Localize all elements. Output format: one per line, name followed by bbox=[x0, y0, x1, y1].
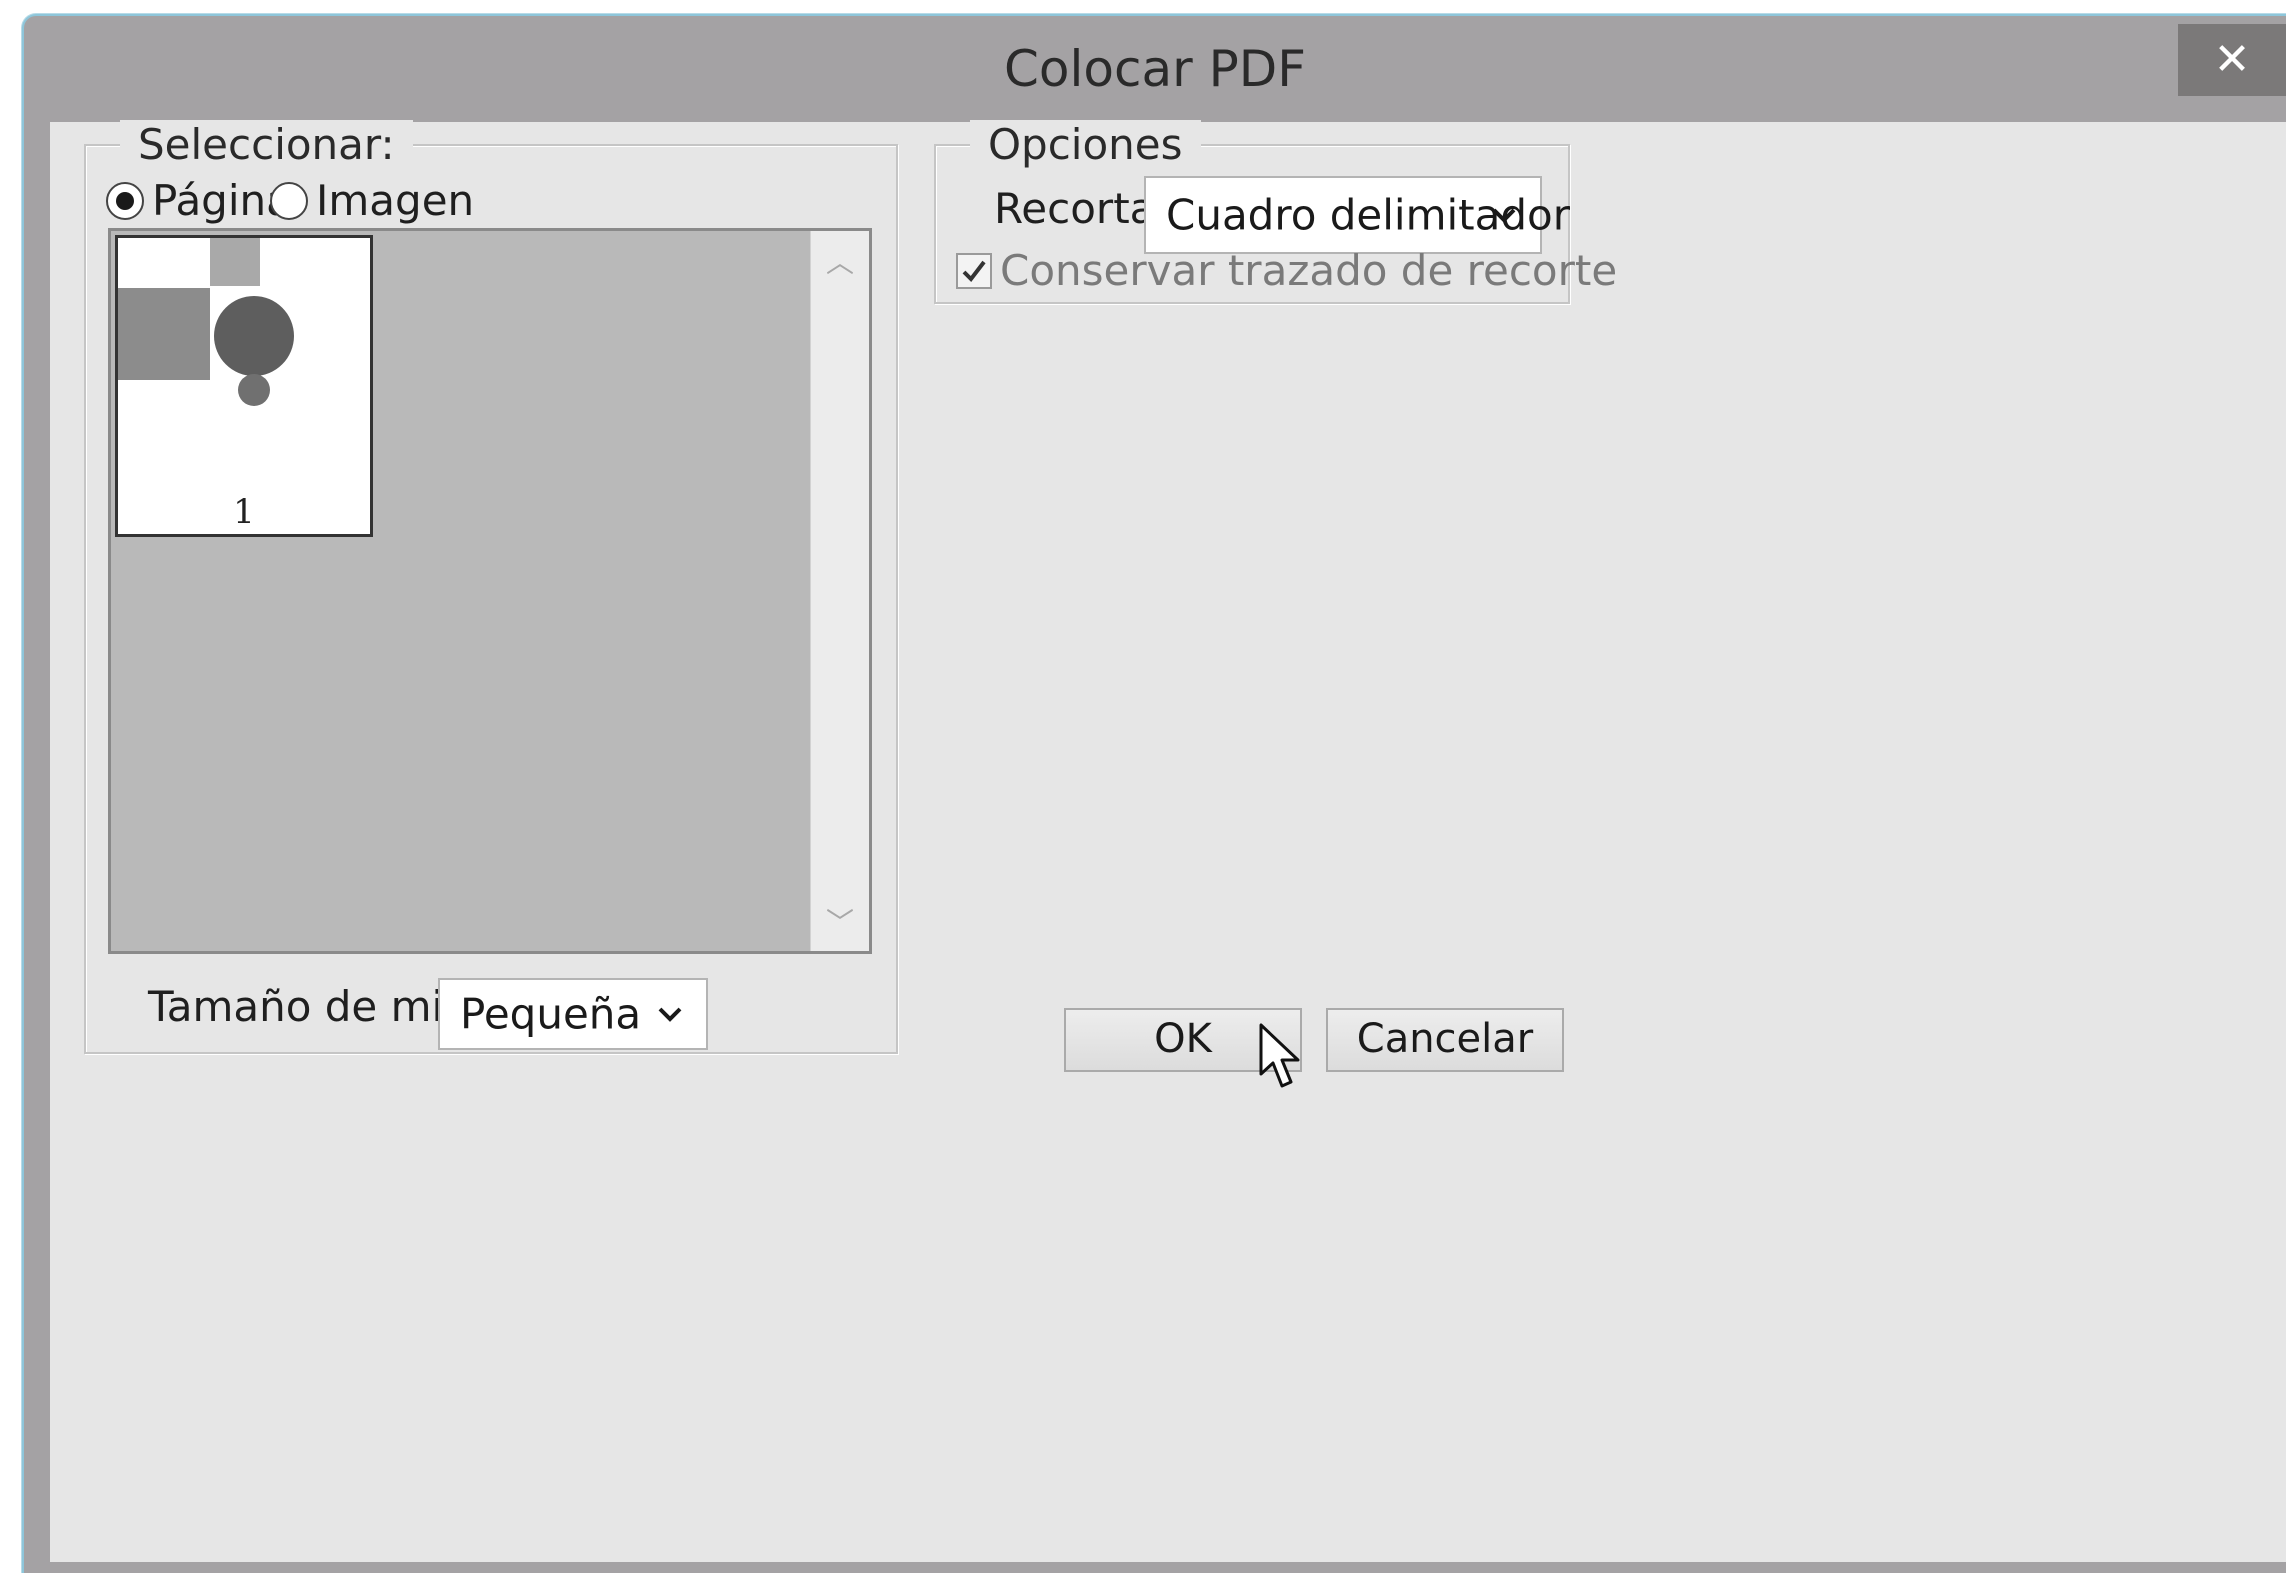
close-icon: ✕ bbox=[2213, 34, 2251, 85]
radio-image-indicator[interactable] bbox=[270, 181, 308, 220]
preserve-clipping-path-checkbox[interactable]: Conservar trazado de recorte bbox=[956, 246, 1617, 295]
radio-page[interactable]: Página bbox=[106, 176, 292, 225]
scroll-down-icon[interactable]: ﹀ bbox=[811, 901, 869, 941]
thumbnail-size-dropdown[interactable]: Pequeña bbox=[438, 978, 708, 1050]
preserve-clipping-path-box[interactable] bbox=[956, 252, 992, 289]
mouse-pointer-icon bbox=[1259, 1023, 1300, 1088]
dialog-body: Seleccionar: Página Imagen 1 ︿ ﹀ Tamaño … bbox=[50, 120, 2286, 1562]
checkmark-icon bbox=[962, 260, 986, 282]
close-button[interactable]: ✕ bbox=[2178, 24, 2286, 96]
options-group-legend: Opciones bbox=[970, 120, 1201, 169]
radio-image[interactable]: Imagen bbox=[270, 176, 474, 225]
radio-page-indicator[interactable] bbox=[106, 181, 144, 220]
cancel-button[interactable]: Cancelar bbox=[1326, 1008, 1564, 1072]
thumbnail-square-small bbox=[210, 238, 260, 286]
chevron-down-icon bbox=[1492, 208, 1516, 223]
thumbnail-page-number: 1 bbox=[233, 492, 255, 532]
dialog-title: Colocar PDF bbox=[1004, 40, 1306, 98]
crop-to-dropdown[interactable]: Cuadro delimitador bbox=[1144, 176, 1570, 254]
scroll-up-icon[interactable]: ︿ bbox=[811, 241, 869, 281]
preserve-clipping-path-label: Conservar trazado de recorte bbox=[1000, 246, 1618, 295]
thumbnail-square-large bbox=[118, 288, 210, 380]
chevron-down-icon bbox=[658, 1007, 682, 1022]
title-bar[interactable]: Colocar PDF ✕ bbox=[24, 16, 2286, 122]
thumbnail-circle-small bbox=[238, 374, 270, 406]
thumbnail-size-value: Pequeña bbox=[460, 989, 642, 1039]
page-thumbnail[interactable]: 1 bbox=[115, 235, 373, 537]
thumbnail-scrollbar[interactable]: ︿ ﹀ bbox=[810, 231, 869, 951]
page-thumbnail-list[interactable]: 1 ︿ ﹀ bbox=[108, 228, 872, 954]
select-group-legend: Seleccionar: bbox=[120, 120, 413, 169]
thumbnail-circle-large bbox=[214, 296, 294, 376]
place-pdf-dialog: Colocar PDF ✕ Seleccionar: Página Imagen… bbox=[22, 14, 2286, 1573]
radio-image-label: Imagen bbox=[316, 176, 475, 225]
